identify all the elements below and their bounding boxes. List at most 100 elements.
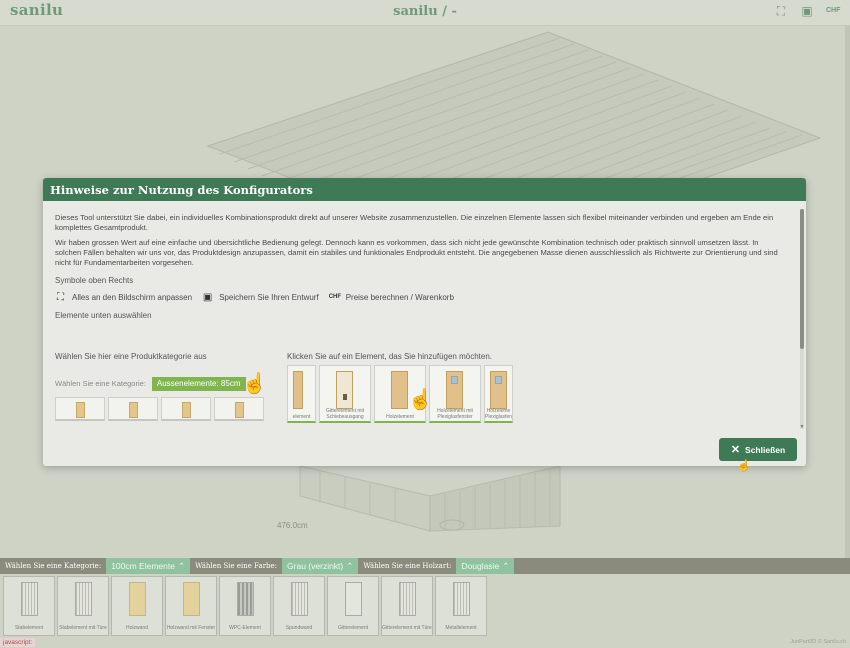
filter-bar: Wählen Sie eine Kategorie: 100cm Element…: [0, 558, 850, 574]
info-modal: Hinweise zur Nutzung des Konfigurators D…: [43, 178, 806, 466]
product-item[interactable]: Gitterelement mit Türe: [381, 576, 433, 636]
dimension-label: 476.0cm: [277, 521, 308, 530]
demo-element-image: [490, 371, 507, 409]
product-label: Gitterelement: [337, 625, 368, 631]
demo-element: Gitterelement mit Schiebeausgang: [319, 365, 371, 423]
product-label: Holzwand mit Fenster: [166, 625, 216, 631]
element-demo-row: element Gitterelement mit Schiebeausgang…: [287, 365, 521, 423]
element-demo-title: Klicken Sie auf ein Element, das Sie hin…: [287, 352, 493, 361]
product-image: [399, 582, 416, 616]
product-label: Stabelement mit Türe: [59, 625, 107, 631]
product-label: Stabelement: [14, 625, 44, 631]
product-image: [183, 582, 200, 616]
product-image: [237, 582, 254, 616]
demo-thumb: [161, 397, 211, 421]
wood-filter-select[interactable]: Douglasie ⌃: [456, 558, 515, 574]
close-button[interactable]: ✕ Schließen: [719, 438, 797, 461]
demo-element-label: Gitterelement mit Schiebeausgang: [325, 408, 365, 420]
product-label: Spundwand: [285, 625, 313, 631]
cursor-hand-icon: ☝: [737, 460, 751, 472]
demo-element: Holzelement mit Plexiglasfenster: [429, 365, 481, 423]
category-filter-value: 100cm Elemente: [111, 561, 175, 571]
price-calculator-icon[interactable]: CHF: [826, 4, 840, 18]
window-pane: [451, 376, 458, 384]
color-filter-select[interactable]: Grau (verzinkt) ⌃: [282, 558, 359, 574]
demo-element: Holzeleme Plexiglasfen: [484, 365, 513, 423]
status-bar: javascript: JuoPart3D © Sanilu.ch: [0, 638, 850, 648]
demo-element-image: [391, 371, 408, 409]
door-slot: [343, 394, 347, 400]
product-image: [291, 582, 308, 616]
demo-element-image: [336, 371, 353, 409]
product-image: [345, 582, 362, 616]
close-button-label: Schließen: [745, 444, 786, 455]
product-label: Gitterelement mit Türe: [382, 625, 432, 631]
demo-element-label: Holzelement mit Plexiglasfenster: [437, 408, 473, 420]
chevron-up-icon: ⌃: [502, 560, 510, 571]
demo-thumb: [214, 397, 264, 421]
pointer-hand-icon: ☝: [242, 373, 267, 395]
product-label: WPC-Element: [229, 625, 261, 631]
chevron-up-icon: ⌃: [177, 560, 186, 571]
product-image: [75, 582, 92, 616]
demo-element-label: Holzelement: [386, 413, 414, 420]
pointer-hand-icon: ☝: [408, 389, 433, 411]
product-label: Holzwand: [126, 625, 148, 631]
color-filter-value: Grau (verzinkt): [287, 561, 344, 571]
modal-paragraph-2: Wir haben grossen Wert auf eine einfache…: [55, 238, 778, 267]
wood-filter-value: Douglasie: [461, 561, 500, 571]
project-title: sanilu / -: [393, 4, 457, 19]
modal-scrollbar-thumb[interactable]: [800, 209, 804, 349]
element-demo: Klicken Sie auf ein Element, das Sie hin…: [287, 352, 521, 423]
modal-paragraph-1: Dieses Tool unterstützt Sie dabei, ein i…: [55, 213, 774, 232]
category-demo-label: Wählen Sie eine Kategorie:: [55, 379, 146, 388]
symbols-row: ⛶ Alles an den Bildschirm anpassen ▣ Spe…: [55, 292, 786, 303]
close-icon: ✕: [730, 444, 741, 456]
category-demo-thumbs: [55, 397, 277, 421]
chevron-up-icon: ⌃: [346, 560, 354, 571]
demo-element-image: [293, 371, 303, 409]
elements-heading: Elemente unten auswählen: [55, 311, 152, 320]
fit-screen-icon[interactable]: ⛶: [774, 4, 788, 18]
price-calculator-icon: CHF: [328, 294, 342, 300]
copyright: JuoPart3D © Sanilu.ch: [790, 639, 846, 645]
modal-title: Hinweise zur Nutzung des Konfigurators: [43, 178, 806, 201]
save-icon: ▣: [202, 292, 213, 303]
product-item[interactable]: Stabelement: [3, 576, 55, 636]
fit-screen-icon: ⛶: [57, 292, 64, 303]
status-link-text: javascript:: [0, 638, 36, 647]
scene-scrollbar[interactable]: [845, 26, 850, 558]
save-icon[interactable]: ▣: [800, 4, 814, 18]
product-label: Metallelement: [445, 625, 477, 631]
category-demo-title: Wählen Sie hier eine Produktkategorie au…: [55, 352, 207, 361]
product-item[interactable]: Gitterelement: [327, 576, 379, 636]
product-item[interactable]: Holzwand mit Fenster: [165, 576, 217, 636]
scroll-down-arrow[interactable]: ▼: [798, 424, 806, 430]
demo-element: element: [287, 365, 316, 423]
top-icons: ⛶ ▣ CHF: [774, 4, 841, 18]
demo-element-label: element: [292, 413, 311, 420]
category-filter-select[interactable]: 100cm Elemente ⌃: [106, 558, 191, 574]
product-image: [129, 582, 146, 616]
symbol-fit-label: Alles an den Bildschirm anpassen: [72, 292, 193, 302]
window-pane: [495, 376, 502, 384]
modal-scrollbar[interactable]: ▼: [798, 209, 806, 430]
product-item[interactable]: Spundwand: [273, 576, 325, 636]
product-item[interactable]: WPC-Element: [219, 576, 271, 636]
symbols-heading: Symbole oben Rechts: [55, 276, 134, 285]
symbol-save-label: Speichern Sie Ihren Entwurf: [219, 292, 319, 302]
demo-element-label: Holzeleme Plexiglasfen: [485, 408, 512, 420]
product-image: [453, 582, 470, 616]
product-image: [21, 582, 38, 616]
product-item[interactable]: Stabelement mit Türe: [57, 576, 109, 636]
product-item[interactable]: Metallelement: [435, 576, 487, 636]
demo-thumb: [55, 397, 105, 421]
product-list: Stabelement Stabelement mit Türe Holzwan…: [0, 574, 850, 637]
color-filter-label: Wählen Sie eine Farbe:: [195, 562, 278, 570]
category-filter-label: Wählen Sie eine Kategorie:: [5, 562, 102, 570]
top-bar: sanilu sanilu / - ⛶ ▣ CHF: [0, 0, 850, 26]
symbol-price-label: Preise berechnen / Warenkorb: [345, 292, 454, 302]
wood-filter-label: Wählen Sie eine Holzart:: [363, 562, 452, 570]
demo-element-image: [446, 371, 463, 409]
product-item[interactable]: Holzwand: [111, 576, 163, 636]
